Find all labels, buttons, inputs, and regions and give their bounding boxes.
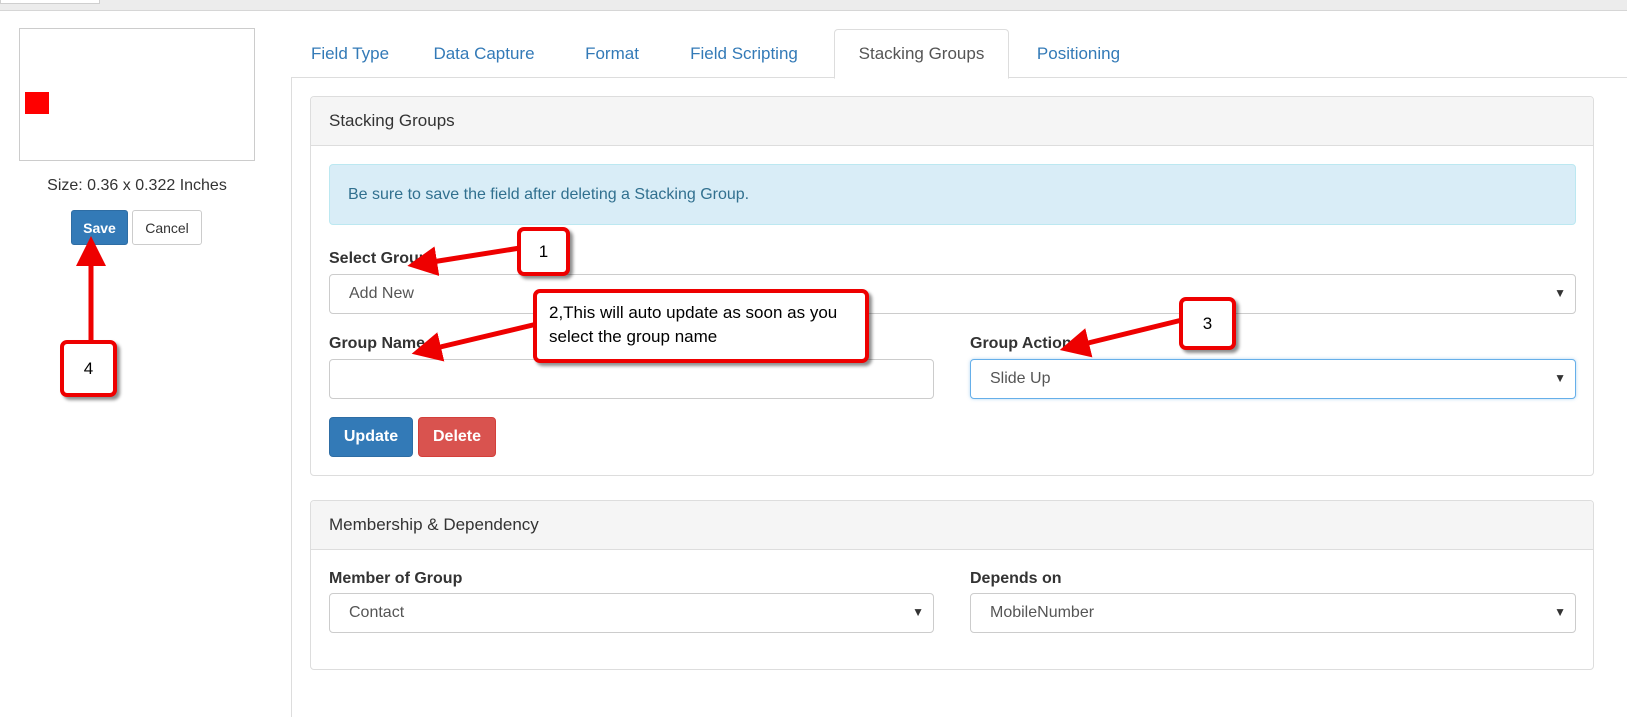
- save-button[interactable]: Save: [71, 210, 128, 245]
- member-of-group-label: Member of Group: [329, 570, 463, 587]
- membership-panel: Membership & Dependency: [310, 500, 1594, 670]
- group-name-input[interactable]: [329, 359, 934, 399]
- caret-down-icon: ▼: [912, 605, 924, 619]
- select-group-label: Select Group: [329, 250, 429, 267]
- tab-stacking-groups[interactable]: Stacking Groups: [834, 29, 1009, 79]
- callout-3: 3: [1179, 297, 1236, 350]
- tab-positioning[interactable]: Positioning: [1021, 29, 1136, 78]
- membership-heading: Membership & Dependency: [311, 501, 1593, 550]
- tab-data-capture[interactable]: Data Capture: [419, 29, 549, 78]
- group-action-value: Slide Up: [990, 370, 1051, 387]
- caret-down-icon: ▼: [1554, 371, 1566, 385]
- caret-down-icon: ▼: [1554, 286, 1566, 300]
- group-name-label: Group Name: [329, 335, 426, 352]
- stacking-groups-heading: Stacking Groups: [311, 97, 1593, 146]
- member-of-group-dropdown[interactable]: Contact ▼: [329, 593, 934, 633]
- window-top-bar: [0, 0, 1627, 11]
- group-action-dropdown[interactable]: Slide Up ▼: [970, 359, 1576, 399]
- info-alert: Be sure to save the field after deleting…: [329, 164, 1576, 225]
- tab-field-scripting[interactable]: Field Scripting: [674, 29, 814, 78]
- caret-down-icon: ▼: [1554, 605, 1566, 619]
- callout-1: 1: [517, 227, 570, 276]
- cancel-button[interactable]: Cancel: [132, 210, 202, 245]
- depends-on-dropdown[interactable]: MobileNumber ▼: [970, 593, 1576, 633]
- select-group-value: Add New: [349, 285, 414, 302]
- callout-2-line2: select the group name: [549, 327, 718, 346]
- delete-button[interactable]: Delete: [418, 417, 496, 457]
- select-group-dropdown[interactable]: Add New ▼: [329, 274, 1576, 314]
- callout-4: 4: [60, 340, 117, 397]
- member-of-group-value: Contact: [349, 604, 405, 621]
- top-tab-stub[interactable]: [0, 0, 100, 4]
- tab-bar: Field Type Data Capture Format Field Scr…: [291, 29, 1627, 79]
- update-button[interactable]: Update: [329, 417, 413, 457]
- tab-field-type[interactable]: Field Type: [291, 29, 409, 78]
- depends-on-label: Depends on: [970, 570, 1062, 587]
- size-text: Size: 0.36 x 0.322 Inches: [47, 177, 227, 194]
- field-preview-mark: [25, 92, 49, 114]
- field-preview: [19, 28, 255, 161]
- tab-format[interactable]: Format: [567, 29, 657, 78]
- depends-on-value: MobileNumber: [990, 604, 1095, 621]
- callout-2: 2,This will auto update as soon as you s…: [533, 289, 869, 363]
- callout-2-line1: 2,This will auto update as soon as you: [549, 303, 838, 322]
- group-action-label: Group Action: [970, 335, 1072, 352]
